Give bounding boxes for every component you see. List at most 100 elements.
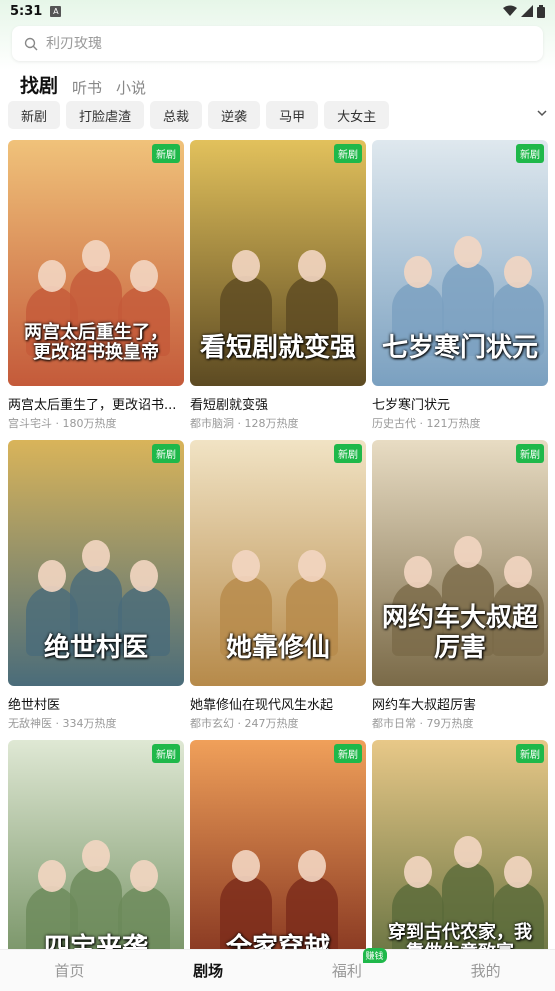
chip-comeback[interactable]: 逆袭 — [208, 101, 261, 129]
drama-title: 七岁寒门状元 — [372, 398, 451, 412]
search-icon — [24, 37, 38, 50]
poster-title-art: 两宫太后重生了，更改诏书换皇帝 — [24, 321, 168, 364]
drama-card[interactable]: 两宫太后重生了，更改诏书换皇帝 新剧两宫太后重生了，更改诏书... 宫斗宅斗 · 1… — [8, 140, 184, 431]
meta-separator: · — [234, 417, 245, 430]
drama-card[interactable]: 七岁寒门状元 新剧 七岁寒门状元 历史古代 · 121万热度 — [372, 140, 548, 431]
meta-separator: · — [416, 417, 427, 430]
new-badge: 新剧 — [152, 744, 180, 763]
poster-face — [82, 240, 110, 272]
drama-poster[interactable]: 网约车大叔超厉害 新剧 — [372, 440, 548, 686]
drama-genre: 宫斗宅斗 — [8, 417, 52, 430]
new-badge: 新剧 — [152, 144, 180, 163]
new-badge: 新剧 — [516, 444, 544, 463]
chip-face-slap[interactable]: 打脸虐渣 — [66, 101, 145, 129]
status-time: 5:31 — [10, 3, 43, 19]
meta-separator: · — [234, 717, 245, 730]
drama-poster[interactable]: 她靠修仙 新剧 — [190, 440, 366, 686]
poster-face — [298, 850, 326, 882]
bottom-nav: 首页 剧场 福利 赚钱 我的 — [0, 948, 555, 991]
poster-face — [404, 556, 432, 588]
content-tabs: 找剧 听书 小说 — [20, 68, 146, 98]
drama-heat: 334万热度 — [62, 717, 117, 730]
poster-face — [454, 236, 482, 268]
nav-theater-label: 剧场 — [193, 962, 224, 980]
poster-face — [504, 856, 532, 888]
poster-title-art: 网约车大叔超厉害 — [381, 603, 538, 664]
poster-face — [504, 256, 532, 288]
earn-money-badge: 赚钱 — [362, 948, 387, 963]
poster-face — [82, 840, 110, 872]
nav-welfare-label: 福利 — [331, 962, 362, 980]
meta-separator: · — [416, 717, 427, 730]
drama-poster[interactable]: 两宫太后重生了，更改诏书换皇帝 新剧 — [8, 140, 184, 386]
tab-audiobook[interactable]: 听书 — [72, 77, 102, 98]
drama-title: 两宫太后重生了，更改诏书... — [8, 398, 177, 412]
poster-title-art: 看短剧就变强 — [199, 333, 356, 364]
chip-ceo[interactable]: 总裁 — [150, 101, 203, 129]
tab-novel[interactable]: 小说 — [116, 77, 146, 98]
new-badge: 新剧 — [516, 744, 544, 763]
wifi-icon — [503, 5, 517, 16]
drama-genre: 都市日常 — [372, 717, 416, 730]
drama-poster[interactable]: 绝世村医 新剧 — [8, 440, 184, 686]
chevron-down-icon[interactable] — [535, 106, 549, 120]
drama-heat: 128万热度 — [244, 417, 299, 430]
poster-face — [38, 260, 66, 292]
drama-meta: 都市日常 · 79万热度 — [372, 715, 548, 731]
chip-heroine[interactable]: 大女主 — [324, 101, 390, 129]
drama-meta: 宫斗宅斗 · 180万热度 — [8, 415, 184, 431]
drama-heat: 121万热度 — [426, 417, 481, 430]
meta-separator: · — [52, 417, 63, 430]
drama-card[interactable]: 网约车大叔超厉害 新剧 网约车大叔超厉害都市日常 · 79万热度 — [372, 440, 548, 731]
new-badge: 新剧 — [334, 144, 362, 163]
drama-genre: 都市玄幻 — [190, 717, 234, 730]
chip-hidden-identity[interactable]: 马甲 — [266, 101, 319, 129]
drama-meta: 无敌神医 · 334万热度 — [8, 715, 184, 731]
poster-face — [130, 560, 158, 592]
status-bar: 5:31 A — [0, 0, 555, 22]
drama-poster[interactable]: 七岁寒门状元 新剧 — [372, 140, 548, 386]
drama-title: 绝世村医 — [8, 698, 61, 712]
drama-heat: 247万热度 — [244, 717, 299, 730]
nav-mine[interactable]: 我的 — [416, 960, 555, 981]
drama-card[interactable]: 看短剧就变强 新剧 看短剧就变强 都市脑洞 · 128万热度 — [190, 140, 366, 431]
poster-face — [82, 540, 110, 572]
poster-face — [130, 260, 158, 292]
poster-face — [130, 860, 158, 892]
drama-meta: 都市玄幻 · 247万热度 — [190, 715, 366, 731]
drama-meta: 历史古代 · 121万热度 — [372, 415, 548, 431]
battery-icon — [537, 4, 545, 18]
chip-new[interactable]: 新剧 — [8, 101, 61, 129]
drama-card[interactable]: 绝世村医 新剧绝世村医无敌神医 · 334万热度 — [8, 440, 184, 731]
poster-face — [232, 850, 260, 882]
poster-title-art: 七岁寒门状元 — [381, 333, 538, 364]
drama-genre: 无敌神医 — [8, 717, 52, 730]
poster-face — [232, 250, 260, 282]
nav-mine-label: 我的 — [470, 962, 501, 980]
nav-home-label: 首页 — [54, 962, 85, 980]
poster-face — [38, 560, 66, 592]
tab-find-drama[interactable]: 找剧 — [20, 71, 58, 98]
new-badge: 新剧 — [334, 744, 362, 763]
nav-theater[interactable]: 剧场 — [139, 960, 278, 981]
nav-welfare[interactable]: 福利 赚钱 — [278, 948, 417, 981]
poster-face — [38, 860, 66, 892]
search-bar[interactable] — [12, 26, 543, 61]
poster-title-art: 她靠修仙 — [225, 633, 330, 664]
drama-title: 看短剧就变强 — [190, 398, 269, 412]
drama-grid: 两宫太后重生了，更改诏书换皇帝 新剧 两宫太后重生了，更改诏书... 宫斗宅斗 · 1… — [8, 140, 548, 991]
drama-card[interactable]: 她靠修仙 新剧 她靠修仙在现代风生水起 都市玄幻 · 247万热度 — [190, 440, 366, 731]
drama-genre: 都市脑洞 — [190, 417, 234, 430]
new-badge: 新剧 — [152, 444, 180, 463]
nav-home[interactable]: 首页 — [0, 960, 139, 981]
poster-face — [404, 856, 432, 888]
poster-face — [454, 836, 482, 868]
drama-title: 她靠修仙在现代风生水起 — [190, 698, 334, 712]
signal-icon — [521, 5, 533, 17]
poster-face — [504, 556, 532, 588]
category-chips: 新剧 打脸虐渣 总裁 逆袭 马甲 大女主 — [8, 100, 555, 130]
drama-poster[interactable]: 看短剧就变强 新剧 — [190, 140, 366, 386]
search-input[interactable] — [46, 35, 446, 52]
status-icons — [503, 4, 545, 18]
drama-heat: 79万热度 — [426, 717, 474, 730]
